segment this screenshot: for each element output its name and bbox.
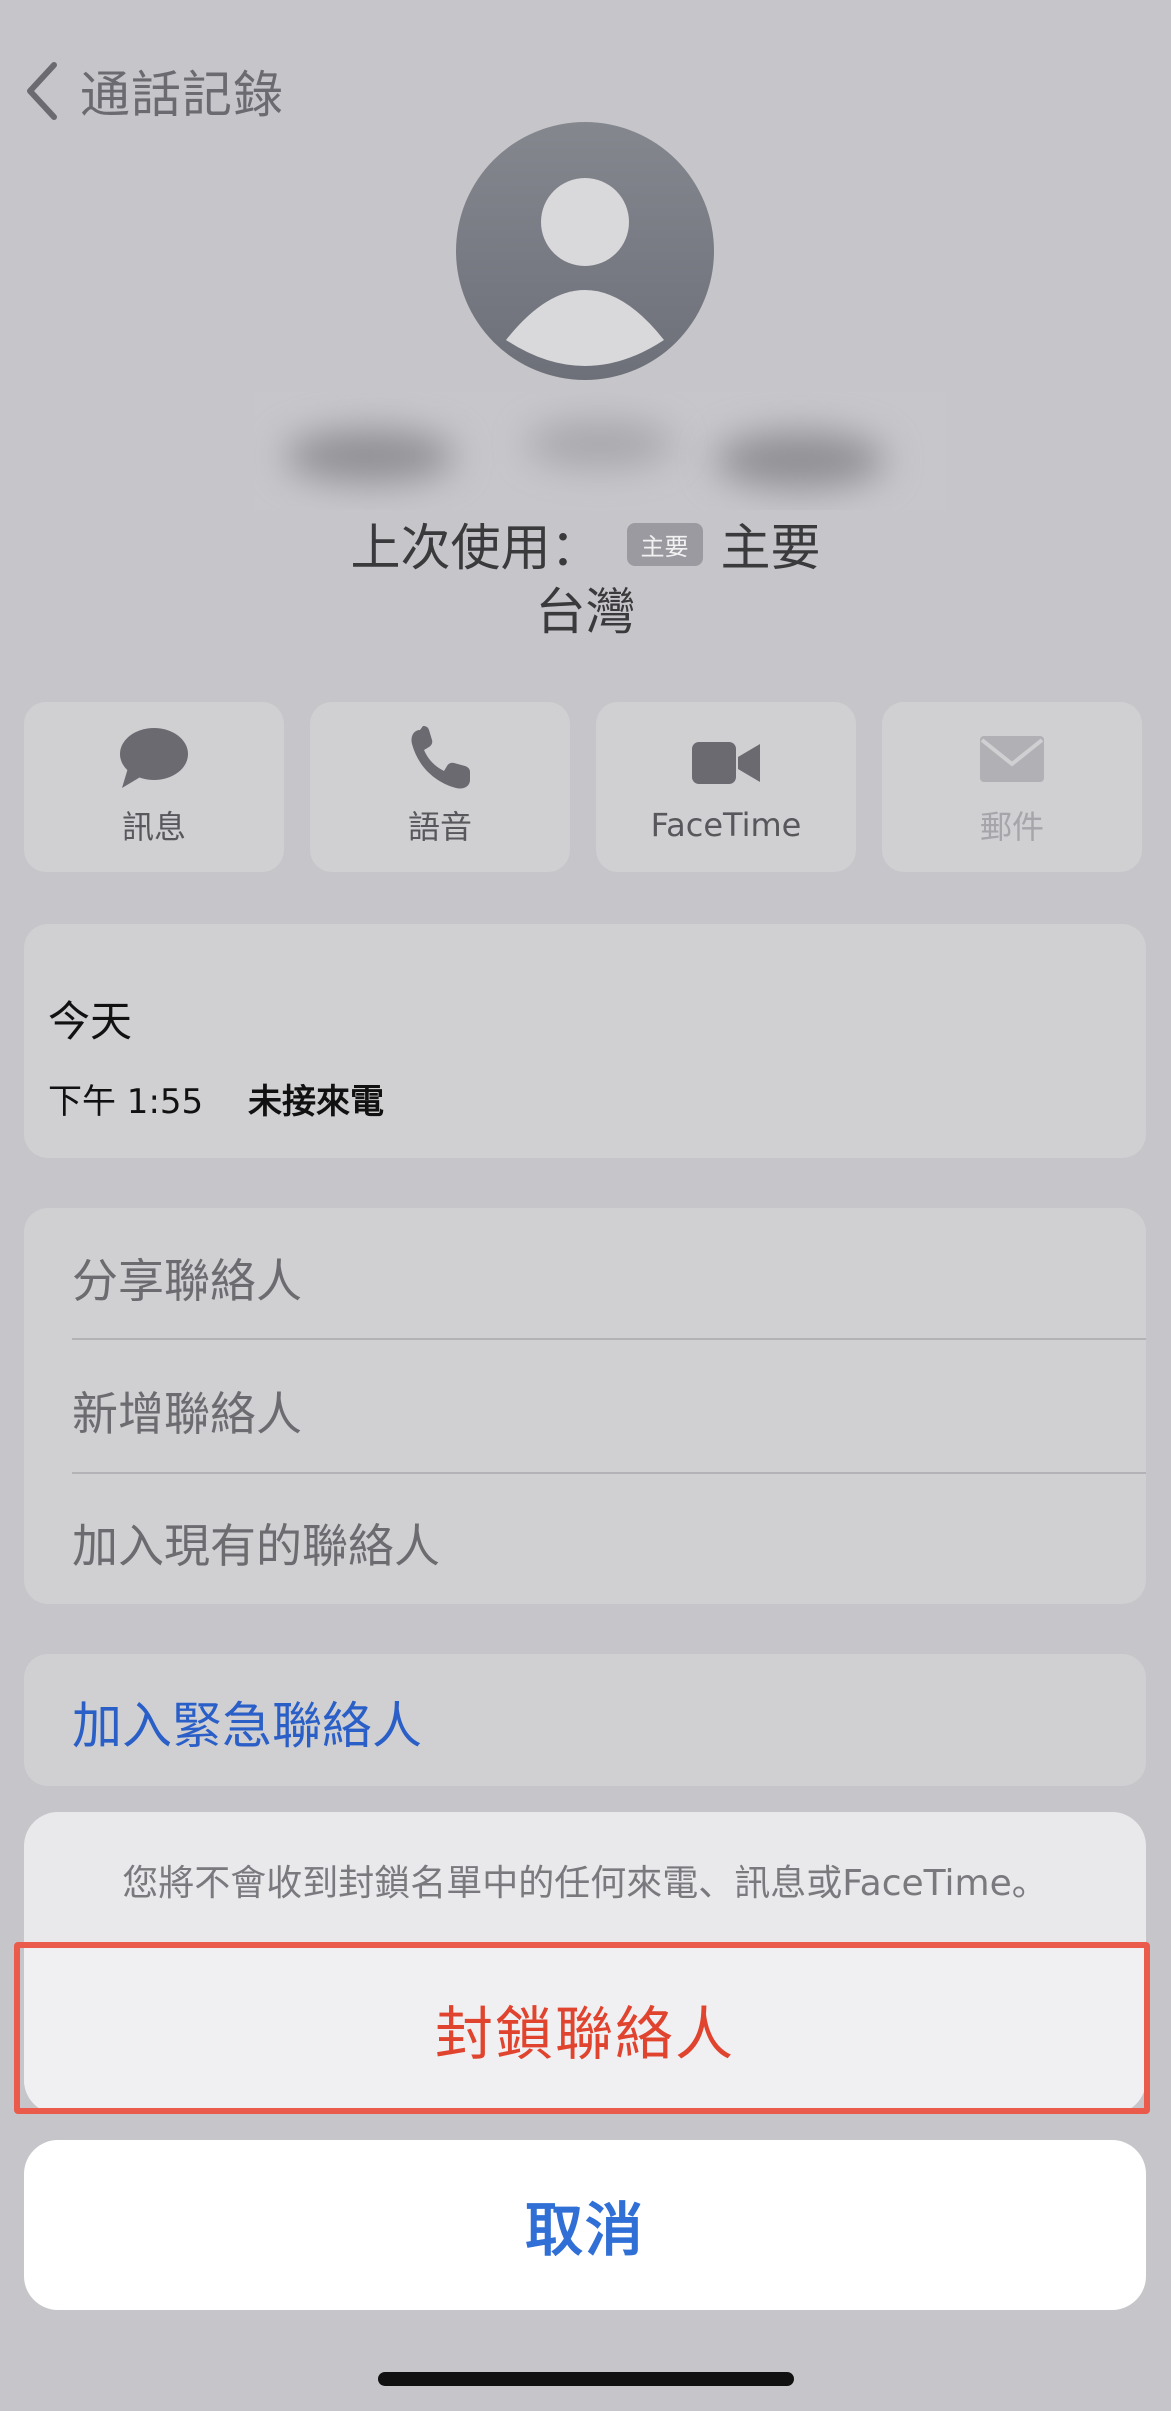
mail-label: 郵件	[979, 808, 1044, 846]
add-to-existing-contact-row[interactable]: 加入現有的聯絡人	[72, 1510, 440, 1576]
voice-label: 語音	[407, 808, 472, 846]
last-used-label: 上次使用：	[350, 519, 601, 577]
chevron-left-icon	[27, 62, 57, 120]
home-indicator[interactable]	[378, 2372, 794, 2386]
divider	[72, 1338, 1146, 1340]
calls-day-heading: 今天	[48, 997, 133, 1046]
divider	[72, 1472, 1146, 1474]
person-silhouette-icon	[506, 178, 664, 366]
video-camera-icon	[692, 742, 760, 784]
phone-icon	[411, 726, 470, 789]
facetime-button[interactable]: FaceTime	[596, 702, 856, 872]
message-button[interactable]: 訊息	[24, 702, 284, 872]
action-sheet-message: 您將不會收到封鎖名單中的任何來電、訊息或FaceTime。	[122, 1863, 1048, 1904]
line-name: 主要	[720, 519, 821, 577]
mail-button[interactable]: 郵件	[882, 702, 1142, 872]
add-emergency-contact-row[interactable]: 加入緊急聯絡人	[72, 1686, 422, 1758]
share-contact-row[interactable]: 分享聯絡人	[72, 1245, 302, 1311]
back-button[interactable]: 通話記錄	[22, 55, 284, 127]
message-label: 訊息	[121, 808, 186, 846]
line-badge: 主要	[626, 522, 703, 566]
new-contact-row[interactable]: 新增聯絡人	[72, 1378, 302, 1444]
call-time: 下午 1:55	[48, 1082, 204, 1122]
back-label: 通話記錄	[80, 66, 284, 124]
envelope-icon	[980, 736, 1044, 782]
facetime-label: FaceTime	[650, 806, 802, 844]
message-bubble-icon	[120, 728, 188, 788]
call-type: 未接來電	[248, 1082, 384, 1122]
cancel-button[interactable]: 取消	[24, 2140, 1146, 2310]
highlight-box	[14, 1942, 1150, 2114]
contact-name-redacted	[255, 392, 945, 510]
voice-call-button[interactable]: 語音	[310, 702, 570, 872]
contact-region: 台灣	[535, 583, 636, 641]
contact-avatar	[456, 122, 714, 380]
last-used-row: 上次使用： 主要 主要	[0, 508, 1171, 580]
cancel-label: 取消	[524, 2196, 645, 2264]
